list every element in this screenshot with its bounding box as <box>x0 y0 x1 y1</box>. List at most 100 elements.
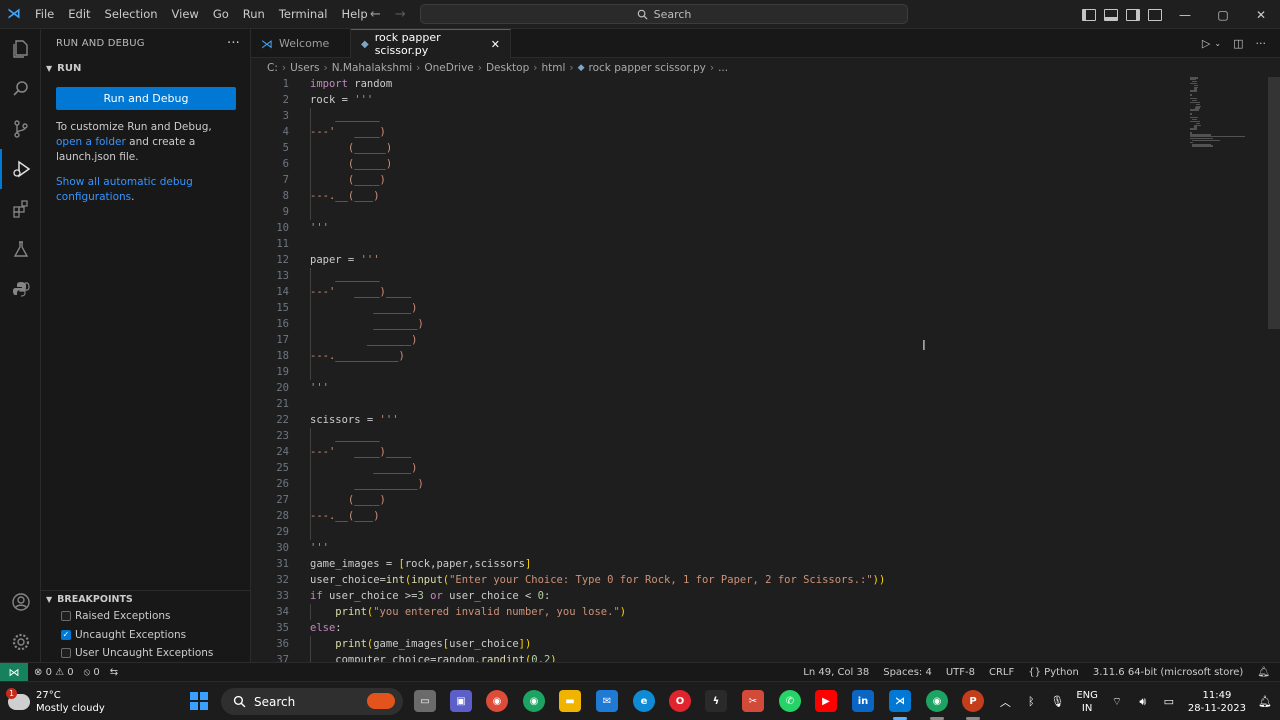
code-line[interactable]: 12 paper = ''' <box>251 252 1191 268</box>
checkbox-checked[interactable]: ✓ <box>61 629 71 640</box>
breakpoints-header[interactable]: ▼ BREAKPOINTS <box>41 591 251 607</box>
toggle-panel-icon[interactable] <box>1104 8 1118 21</box>
code-line[interactable]: 15 ______) <box>251 300 1191 316</box>
remote-indicator-icon[interactable]: ⋈ <box>0 663 28 682</box>
toggle-primary-sidebar-icon[interactable] <box>1082 8 1096 21</box>
checkbox[interactable] <box>61 648 71 659</box>
testing-flask-icon[interactable] <box>0 229 41 269</box>
python-icon[interactable] <box>0 269 41 309</box>
code-line[interactable]: 37 computer_choice=random.randint(0,2) <box>251 652 1191 662</box>
opera-icon[interactable]: O <box>669 690 691 712</box>
code-line[interactable]: 24 ---' ____)____ <box>251 444 1191 460</box>
breadcrumb-item[interactable]: N.Mahalakshmi <box>332 62 412 74</box>
back-arrow-icon[interactable]: ← <box>370 7 381 22</box>
code-line[interactable]: 20 ''' <box>251 380 1191 396</box>
run-and-debug-button[interactable]: Run and Debug <box>56 87 236 110</box>
explorer-icon[interactable] <box>0 29 41 69</box>
editor-scrollbar[interactable] <box>1268 77 1280 662</box>
chevron-down-icon[interactable]: ⌄ <box>1214 39 1221 48</box>
ports-indicator[interactable]: ⦸ 0 <box>84 667 100 678</box>
code-line[interactable]: 29 <box>251 524 1191 540</box>
tab-welcome[interactable]: ⋊ Welcome <box>251 29 351 58</box>
code-line[interactable]: 30 ''' <box>251 540 1191 556</box>
breakpoint-uncaught-exceptions[interactable]: ✓ Uncaught Exceptions <box>41 626 251 645</box>
notifications-bell-icon[interactable]: 🔔︎ <box>1257 667 1270 678</box>
code-line[interactable]: 34 print("you entered invalid number, yo… <box>251 604 1191 620</box>
menu-go[interactable]: Go <box>206 0 236 29</box>
minimize-icon[interactable]: — <box>1166 0 1204 29</box>
code-line[interactable]: 21 <box>251 396 1191 412</box>
more-actions-icon[interactable]: ··· <box>227 36 240 51</box>
chrome-icon[interactable]: ◉ <box>486 690 508 712</box>
manage-gear-icon[interactable] <box>0 622 41 662</box>
code-line[interactable]: 17 _______) <box>251 332 1191 348</box>
vscode-taskbar-icon[interactable]: ⋊ <box>889 690 911 712</box>
teams-chat-icon[interactable]: ▣ <box>450 690 472 712</box>
code-line[interactable]: 36 print(game_images[user_choice]) <box>251 636 1191 652</box>
code-line[interactable]: 1 import random <box>251 77 1191 92</box>
whatsapp-icon[interactable]: ✆ <box>779 690 801 712</box>
checkbox[interactable] <box>61 611 71 622</box>
code-line[interactable]: 8 ---.__(___) <box>251 188 1191 204</box>
breakpoint-user-uncaught-exceptions[interactable]: User Uncaught Exceptions <box>41 644 251 663</box>
code-line[interactable]: 28 ---.__(___) <box>251 508 1191 524</box>
notification-center-icon[interactable]: 🔔︎ <box>1258 695 1272 709</box>
microphone-icon[interactable]: 🎙︎ <box>1050 695 1064 709</box>
code-line[interactable]: 11 <box>251 236 1191 252</box>
menu-terminal[interactable]: Terminal <box>272 0 335 29</box>
task-view-icon[interactable]: ▭ <box>414 690 436 712</box>
code-line[interactable]: 10 ''' <box>251 220 1191 236</box>
run-and-debug-icon[interactable] <box>0 149 41 189</box>
volume-icon[interactable]: 🔊︎ <box>1136 695 1150 709</box>
chrome-window-icon[interactable]: ◉ <box>926 690 948 712</box>
code-line[interactable]: 33 if user_choice >=3 or user_choice < 0: <box>251 588 1191 604</box>
code-line[interactable]: 16 _______) <box>251 316 1191 332</box>
run-section-header[interactable]: ▼ RUN <box>41 57 250 79</box>
code-line[interactable]: 4 ---' ____) <box>251 124 1191 140</box>
language-mode[interactable]: {} Python <box>1028 667 1079 678</box>
input-language[interactable]: ENG IN <box>1076 689 1098 715</box>
code-line[interactable]: 3 _______ <box>251 108 1191 124</box>
battery-icon[interactable]: ▭ <box>1162 695 1176 709</box>
weather-widget[interactable]: 1 27°C Mostly cloudy <box>6 685 105 718</box>
wifi-icon[interactable]: ⌔ <box>1110 695 1124 709</box>
breakpoint-raised-exceptions[interactable]: Raised Exceptions <box>41 607 251 626</box>
breadcrumb-item[interactable]: OneDrive <box>424 62 473 74</box>
maximize-icon[interactable]: ▢ <box>1204 0 1242 29</box>
breadcrumb-item[interactable]: rock papper scissor.py <box>589 62 706 74</box>
scissors-app-icon[interactable]: ✂ <box>742 690 764 712</box>
show-automatic-debug-link[interactable]: Show all automatic debug configurations <box>56 176 193 203</box>
accounts-icon[interactable] <box>0 582 41 622</box>
code-line[interactable]: 27 (____) <box>251 492 1191 508</box>
code-line[interactable]: 25 ______) <box>251 460 1191 476</box>
clock[interactable]: 11:49 28-11-2023 <box>1188 689 1246 715</box>
scrollbar-thumb[interactable] <box>1268 77 1280 329</box>
code-line[interactable]: 6 (_____) <box>251 156 1191 172</box>
menu-file[interactable]: File <box>28 0 61 29</box>
code-line[interactable]: 26 __________) <box>251 476 1191 492</box>
toggle-secondary-sidebar-icon[interactable] <box>1126 8 1140 21</box>
code-line[interactable]: 18 ---.__________) <box>251 348 1191 364</box>
code-line[interactable]: 23 _______ <box>251 428 1191 444</box>
breadcrumb-item[interactable]: C: <box>267 62 278 74</box>
indentation[interactable]: Spaces: 4 <box>883 667 932 678</box>
more-actions-icon[interactable]: ··· <box>1256 37 1267 50</box>
search-icon[interactable] <box>0 69 41 109</box>
run-python-file-icon[interactable]: ▷ <box>1202 37 1210 50</box>
menu-view[interactable]: View <box>165 0 206 29</box>
windows-start-icon[interactable] <box>190 692 208 710</box>
breadcrumb-item[interactable]: ... <box>718 62 728 74</box>
youtube-icon[interactable]: ▶ <box>815 690 837 712</box>
code-line[interactable]: 35 else: <box>251 620 1191 636</box>
live-share-icon[interactable]: ⇆ <box>110 667 118 678</box>
menu-help[interactable]: Help <box>334 0 374 29</box>
linkedin-icon[interactable]: in <box>852 690 874 712</box>
code-line[interactable]: 32 user_choice=int(input("Enter your Choi… <box>251 572 1191 588</box>
code-line[interactable]: 14 ---' ____)____ <box>251 284 1191 300</box>
open-folder-link[interactable]: open a folder <box>56 136 126 148</box>
code-line[interactable]: 13 _______ <box>251 268 1191 284</box>
forward-arrow-icon[interactable]: → <box>395 7 406 22</box>
breadcrumb-item[interactable]: html <box>541 62 565 74</box>
chevron-up-icon[interactable]: ︿ <box>998 695 1012 709</box>
close-window-icon[interactable]: ✕ <box>1242 0 1280 29</box>
